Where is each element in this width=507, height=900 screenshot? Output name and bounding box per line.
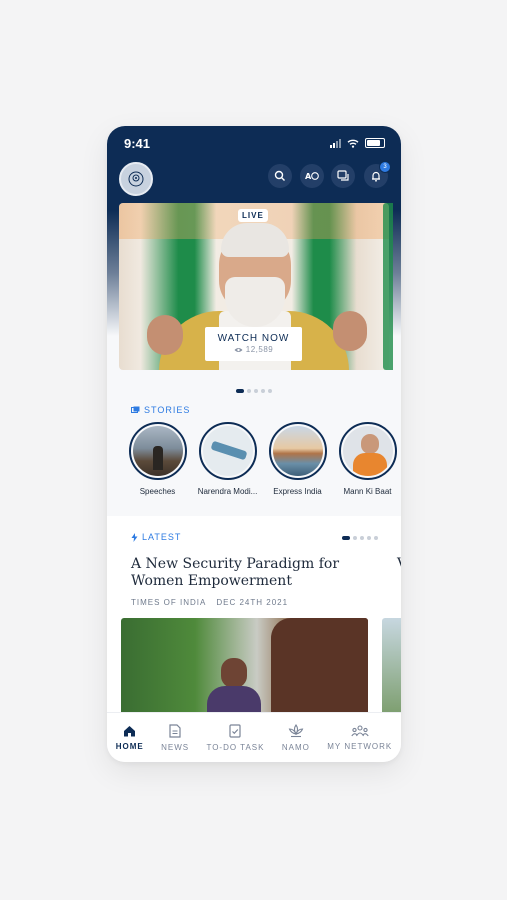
svg-text:A: A — [305, 172, 312, 181]
cellular-signal-icon — [330, 138, 341, 148]
stories-section-label: STORIES — [131, 405, 190, 415]
story-label: Narendra Modi... — [197, 487, 258, 496]
app-header: A 3 — [107, 160, 401, 198]
notifications-button[interactable]: 3 — [364, 161, 391, 188]
lotus-icon — [288, 724, 304, 738]
bottom-tab-bar: HOME NEWS TO-DO TASK NAMO MY NETWORK — [107, 712, 401, 762]
tab-namo[interactable]: NAMO — [282, 724, 310, 752]
story-thumbnail — [132, 426, 183, 476]
story-item[interactable]: Speeches — [127, 422, 188, 504]
next-hero-card-peek[interactable] — [383, 203, 393, 370]
story-thumbnail — [342, 426, 393, 476]
phone-screen: 9:41 A 3 LIVE WATCH NOW 12,589 STORIES S… — [107, 126, 401, 762]
status-time: 9:41 — [124, 136, 151, 151]
tab-label: NAMO — [281, 743, 310, 752]
watch-now-button[interactable]: WATCH NOW 12,589 — [205, 327, 302, 361]
wifi-icon — [347, 139, 359, 148]
bell-icon — [372, 171, 380, 182]
watch-now-label: WATCH NOW — [217, 333, 290, 344]
profile-avatar[interactable] — [119, 162, 153, 196]
messages-button[interactable] — [331, 164, 355, 188]
live-badge: LIVE — [238, 209, 268, 222]
stories-icon — [131, 406, 140, 413]
language-button[interactable]: A — [300, 164, 324, 188]
article-title[interactable]: A New Security Paradigm for Women Empowe… — [131, 556, 351, 590]
eye-icon — [234, 347, 243, 352]
story-item[interactable]: Mann Ki Baat — [337, 422, 398, 504]
next-article-peek[interactable]: V — [397, 556, 401, 572]
network-icon — [351, 725, 369, 737]
tab-news[interactable]: NEWS — [161, 724, 189, 752]
search-button[interactable] — [268, 164, 292, 188]
story-item[interactable]: Narendra Modi... — [197, 422, 258, 504]
tab-label: MY NETWORK — [327, 742, 393, 751]
stories-row: Speeches Narendra Modi... Express India — [127, 422, 401, 504]
tab-home[interactable]: HOME — [116, 725, 144, 751]
latest-page-indicator — [342, 536, 378, 540]
home-icon — [124, 726, 136, 737]
battery-icon — [365, 138, 385, 148]
tab-label: NEWS — [161, 743, 190, 752]
status-icons — [330, 138, 385, 148]
notification-badge: 3 — [379, 161, 391, 173]
story-label: Express India — [273, 487, 322, 496]
language-translate-icon: A — [305, 172, 319, 181]
user-avatar-icon — [128, 171, 144, 187]
messages-icon — [336, 170, 349, 181]
lightning-icon — [131, 532, 138, 542]
view-count: 12,589 — [205, 345, 302, 354]
article-image[interactable] — [121, 618, 368, 718]
tab-my-network[interactable]: MY NETWORK — [327, 725, 392, 751]
next-article-image-peek[interactable] — [382, 618, 401, 718]
story-thumbnail — [202, 426, 253, 476]
status-bar: 9:41 — [107, 126, 401, 162]
news-icon — [169, 724, 181, 738]
story-label: Speeches — [139, 487, 176, 496]
story-label: Mann Ki Baat — [343, 487, 392, 496]
tab-label: TO-DO TASK — [206, 743, 265, 752]
search-icon — [274, 170, 285, 181]
stories-title: STORIES — [144, 405, 191, 415]
latest-title: LATEST — [142, 532, 182, 542]
article-source: TIMES OF INDIA — [131, 598, 207, 607]
latest-section: LATEST A New Security Paradigm for Women… — [107, 516, 401, 718]
story-item[interactable]: Express India — [267, 422, 328, 504]
todo-icon — [229, 724, 242, 738]
latest-section-label: LATEST — [131, 532, 181, 542]
story-thumbnail — [272, 426, 323, 476]
view-count-value: 12,589 — [245, 345, 274, 354]
tab-todo-task[interactable]: TO-DO TASK — [206, 724, 264, 752]
hero-page-indicator — [236, 389, 272, 393]
hero-carousel[interactable]: LIVE WATCH NOW 12,589 — [119, 203, 389, 370]
article-meta: TIMES OF INDIA DEC 24TH 2021 — [131, 598, 288, 607]
tab-label: HOME — [115, 742, 144, 751]
live-stream-card[interactable]: LIVE WATCH NOW 12,589 — [119, 203, 389, 370]
article-date: DEC 24TH 2021 — [216, 598, 289, 607]
